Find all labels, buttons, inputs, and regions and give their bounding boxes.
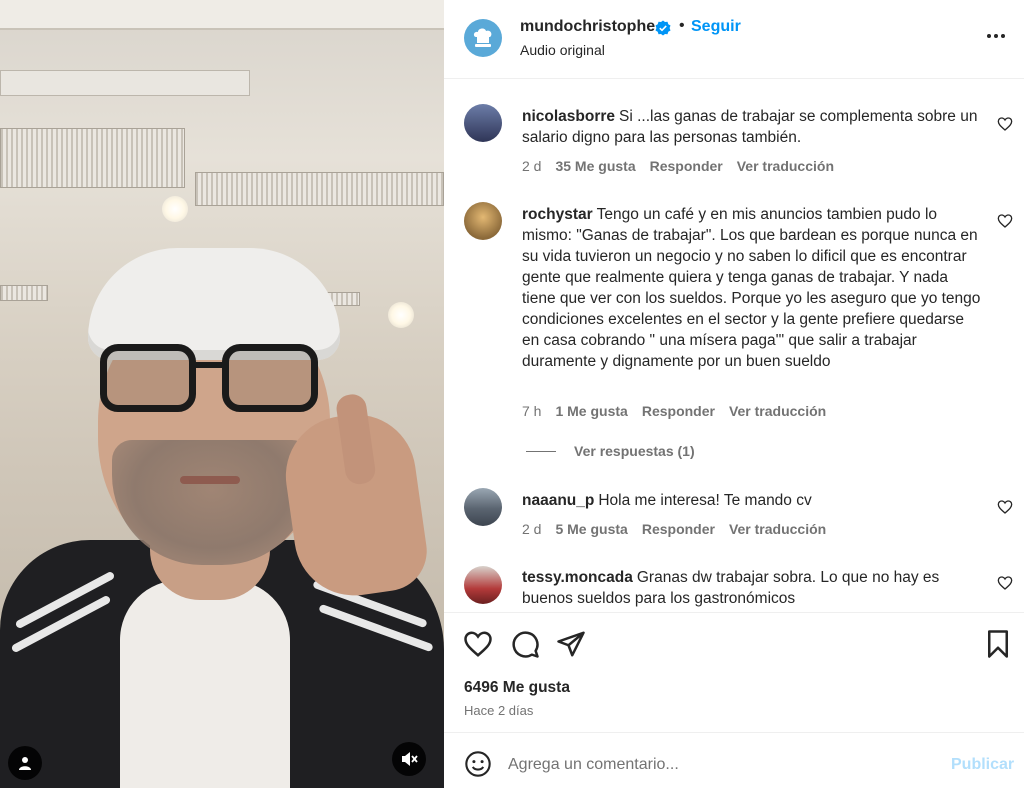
person (0, 240, 444, 788)
comment-body: naaanu_p Hola me interesa! Te mando cv (522, 490, 982, 511)
post-sidebar: mundochristophe • Seguir Audio original … (444, 0, 1024, 788)
commenter-username[interactable]: nicolasborre (522, 108, 615, 125)
speaker-muted-icon (402, 752, 418, 766)
commenter-avatar[interactable] (464, 104, 502, 142)
comment-meta: 2 d 35 Me gusta Responder Ver traducción (522, 158, 834, 174)
glasses (100, 344, 320, 416)
comment-text: Tengo un café y en mis anuncios tambien … (522, 206, 981, 370)
follow-button[interactable]: Seguir (691, 18, 741, 36)
commenter-avatar[interactable] (464, 566, 502, 604)
comment-age[interactable]: 2 d (522, 158, 541, 174)
reply-button[interactable]: Responder (650, 158, 723, 174)
comment-age[interactable]: 2 d (522, 521, 541, 537)
comment-text: Hola me interesa! Te mando cv (598, 492, 812, 509)
post-header: mundochristophe • Seguir Audio original (444, 0, 1024, 79)
author-username[interactable]: mundochristophe (520, 18, 655, 36)
comment-age[interactable]: 7 h (522, 403, 541, 419)
commenter-avatar[interactable] (464, 202, 502, 240)
view-replies-button[interactable]: Ver respuestas (1) (526, 443, 695, 459)
commenter-username[interactable]: tessy.moncada (522, 569, 633, 586)
commenter-avatar[interactable] (464, 488, 502, 526)
commenter-username[interactable]: rochystar (522, 206, 593, 223)
author-avatar[interactable] (464, 19, 502, 57)
replies-divider (526, 450, 556, 452)
comment-body: nicolasborre Si ...las ganas de trabajar … (522, 106, 982, 148)
comment-likes[interactable]: 1 Me gusta (555, 403, 627, 419)
comment-icon[interactable] (510, 629, 540, 659)
comment-meta: 7 h 1 Me gusta Responder Ver traducción (522, 403, 826, 419)
like-comment-icon[interactable] (997, 116, 1013, 132)
comments-list[interactable]: nicolasborre Si ...las ganas de trabajar … (444, 80, 1024, 612)
mouth (180, 476, 240, 484)
reply-button[interactable]: Responder (642, 521, 715, 537)
mute-button[interactable] (392, 742, 426, 776)
user-icon (19, 757, 31, 770)
share-icon[interactable] (556, 629, 586, 659)
translate-button[interactable]: Ver traducción (729, 521, 826, 537)
comment-composer: Publicar (444, 732, 1024, 788)
comment-input[interactable] (508, 751, 928, 779)
chef-logo-icon (473, 28, 492, 47)
publish-button[interactable]: Publicar (951, 756, 1014, 774)
save-bookmark-icon[interactable] (983, 629, 1013, 659)
ceiling-vent (195, 172, 444, 206)
tagged-users-button[interactable] (8, 746, 42, 780)
comment-body: rochystar Tengo un café y en mis anuncios… (522, 204, 982, 372)
post-media[interactable] (0, 0, 444, 788)
translate-button[interactable]: Ver traducción (729, 403, 826, 419)
comment-meta: 2 d 5 Me gusta Responder Ver traducción (522, 521, 826, 537)
comment-likes[interactable]: 5 Me gusta (555, 521, 627, 537)
like-comment-icon[interactable] (997, 499, 1013, 515)
separator-dot: • (679, 17, 685, 34)
like-comment-icon[interactable] (997, 575, 1013, 591)
like-comment-icon[interactable] (997, 213, 1013, 229)
post-actions: 6496 Me gusta Hace 2 días (444, 612, 1024, 732)
comment-body: tessy.moncada Granas dw trabajar sobra. L… (522, 567, 982, 609)
emoji-icon[interactable] (464, 750, 492, 778)
ceiling-duct (0, 70, 250, 96)
translate-button[interactable]: Ver traducción (737, 158, 834, 174)
ceiling-light (162, 196, 188, 222)
like-icon[interactable] (463, 629, 493, 659)
likes-count[interactable]: 6496 Me gusta (464, 679, 570, 697)
shirt (120, 580, 290, 788)
ceiling-beam (0, 0, 444, 30)
view-replies-label: Ver respuestas (1) (574, 443, 695, 459)
reply-button[interactable]: Responder (642, 403, 715, 419)
post-timestamp[interactable]: Hace 2 días (464, 703, 533, 718)
more-options-icon[interactable] (984, 24, 1008, 48)
commenter-username[interactable]: naaanu_p (522, 492, 594, 509)
ceiling-vent (0, 128, 185, 188)
audio-label[interactable]: Audio original (520, 42, 605, 58)
comment-likes[interactable]: 35 Me gusta (555, 158, 635, 174)
verified-badge-icon (655, 20, 671, 36)
